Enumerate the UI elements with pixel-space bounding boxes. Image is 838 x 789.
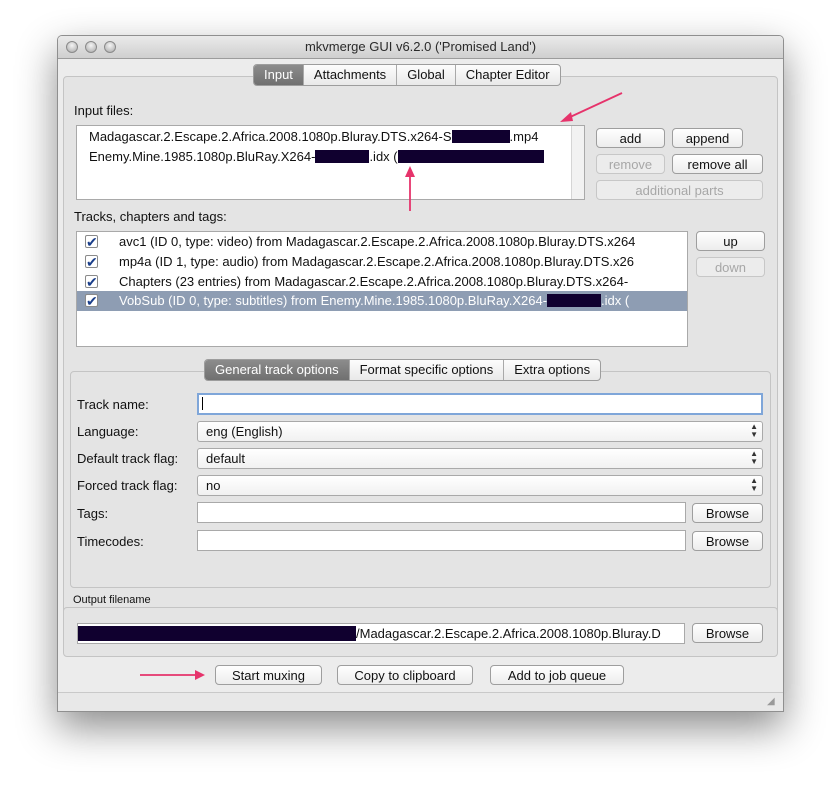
arrowhead-icon xyxy=(195,670,205,680)
annotation-arrows xyxy=(140,92,623,680)
arrow-to-mp4-icon xyxy=(567,92,623,119)
arrowhead-icon xyxy=(405,166,415,177)
arrowhead-icon xyxy=(560,112,573,122)
